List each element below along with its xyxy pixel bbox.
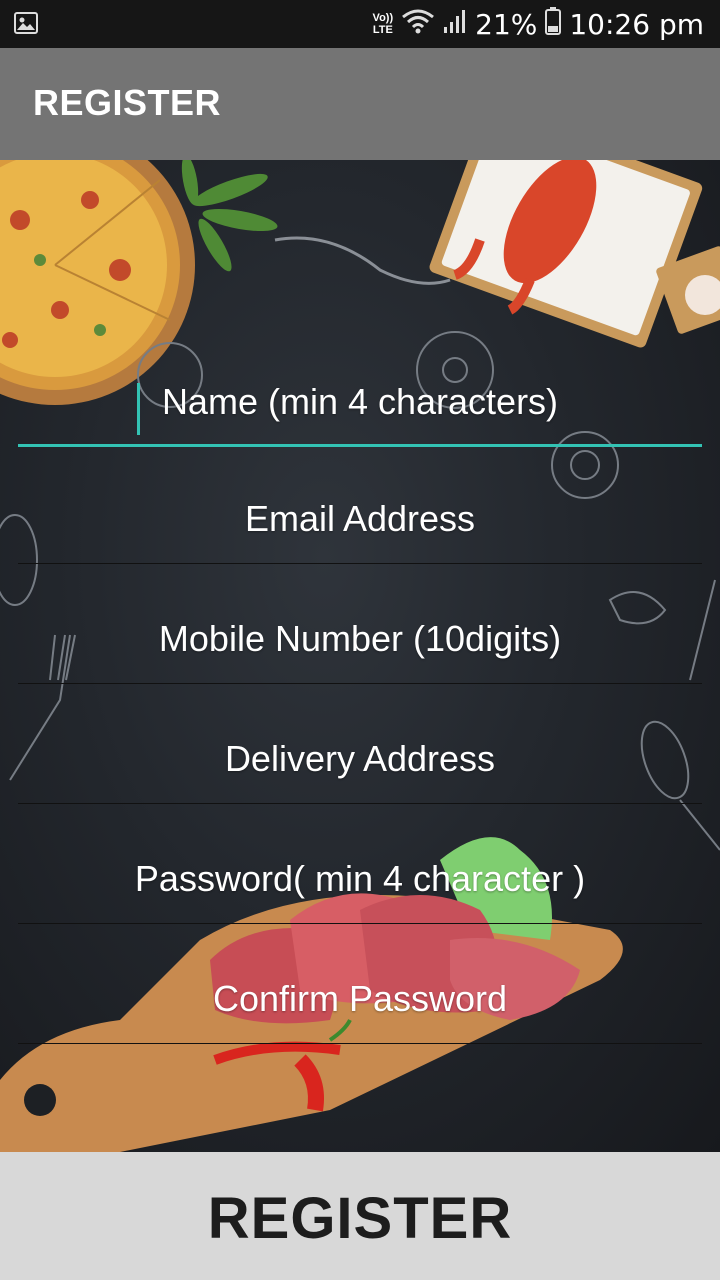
email-field-placeholder: Email Address [244,498,476,539]
password-field-placeholder: Password( min 4 character ) [134,858,586,899]
password-field-underline [18,923,702,924]
name-field[interactable]: Name (min 4 characters) [18,361,702,447]
mobile-number-field-placeholder: Mobile Number (10digits) [158,618,562,659]
confirm-password-field-placeholder: Confirm Password [212,978,508,1019]
wifi-icon [401,8,435,41]
name-field-underline [18,444,702,447]
email-field-underline [18,563,702,564]
lobster-plate-illustration [429,160,703,348]
signal-icon [443,8,467,41]
clock: 10:26 pm [569,7,704,41]
app-bar: REGISTER [0,48,720,160]
register-button[interactable]: REGISTER [0,1152,720,1280]
email-field[interactable]: Email Address [18,478,702,564]
confirm-password-field-underline [18,1043,702,1044]
confirm-password-field[interactable]: Confirm Password [18,958,702,1044]
battery-percent: 21% [475,7,538,41]
status-bar: Vo)) LTE 21% 10:26 pm [0,0,720,48]
delivery-address-field-placeholder: Delivery Address [224,738,496,779]
password-field[interactable]: Password( min 4 character ) [18,838,702,924]
register-button-label: REGISTER [207,1186,513,1251]
battery-icon [545,6,562,42]
gallery-icon [14,12,38,39]
delivery-address-field-underline [18,803,702,804]
delivery-address-field[interactable]: Delivery Address [18,718,702,804]
mobile-number-field-underline [18,683,702,684]
text-cursor [137,383,140,435]
name-field-placeholder: Name (min 4 characters) [161,381,559,422]
mobile-number-field[interactable]: Mobile Number (10digits) [18,598,702,684]
volte-indicator: Vo)) LTE [372,12,394,36]
register-form-area: Name (min 4 characters) Email Address Mo… [0,160,720,1152]
app-bar-title: REGISTER [33,82,222,123]
